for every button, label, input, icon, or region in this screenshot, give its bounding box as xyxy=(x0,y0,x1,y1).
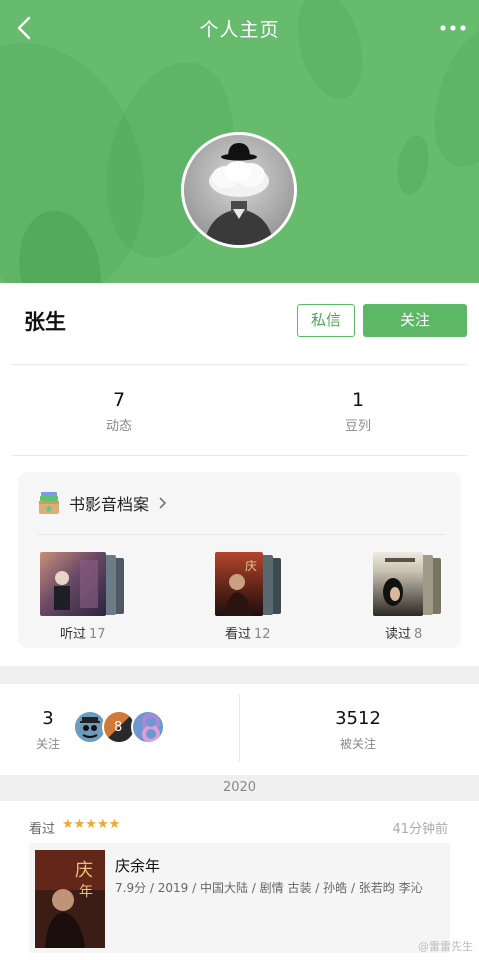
followers-count[interactable]: 3512 xyxy=(318,708,398,729)
page-title: 个人主页 xyxy=(199,19,280,41)
svg-text:年: 年 xyxy=(79,884,93,900)
section-separator xyxy=(0,666,479,684)
archive-box-icon xyxy=(39,492,59,514)
svg-text:庆: 庆 xyxy=(75,860,93,881)
following-label: 关注 xyxy=(35,737,60,751)
movie-cover: 庆 xyxy=(215,552,263,616)
svg-text:8: 8 xyxy=(114,720,122,735)
rating-stars: ★★★★★ xyxy=(62,817,121,832)
background-leaf xyxy=(393,132,433,198)
activity-time: 41分钟前 xyxy=(392,822,448,837)
following-count[interactable]: 3 xyxy=(36,708,60,729)
item-meta: 7.9分 / 2019 / 中国大陆 / 剧情 古装 / 孙皓 / 张若昀 李沁 xyxy=(115,881,423,895)
stat-value: 7 xyxy=(112,389,126,411)
shelf-listened[interactable]: 听过 17 xyxy=(40,552,130,642)
year-header: 2020 xyxy=(0,775,479,801)
shelf-label: 听过 17 xyxy=(60,627,106,642)
shelf-label: 读过 8 xyxy=(385,627,423,642)
more-dots-icon[interactable] xyxy=(439,18,467,38)
avatar-image xyxy=(184,135,294,245)
activity-verb: 看过 xyxy=(29,822,56,837)
archive-title: 书影音档案 xyxy=(69,495,150,514)
shelf-label: 看过 12 xyxy=(225,627,271,642)
shelf-read[interactable]: 读过 8 xyxy=(373,552,463,642)
stat-label: 动态 xyxy=(105,419,132,434)
shelf-watched[interactable]: 庆 看过 12 xyxy=(215,552,305,642)
stat-value: 1 xyxy=(351,389,365,411)
divider xyxy=(12,455,467,456)
message-button[interactable]: 私信 xyxy=(297,304,355,337)
profile-avatar[interactable] xyxy=(181,132,297,248)
book-cover xyxy=(373,552,423,616)
watermark: @雷雷先生 xyxy=(418,940,473,953)
user-name: 张生 xyxy=(24,310,66,334)
stat-label: 豆列 xyxy=(344,419,371,434)
followers-label: 被关注 xyxy=(339,737,376,751)
follower-avatar[interactable] xyxy=(131,710,165,744)
archive-card: 书影音档案 听过 17 庆 看过 12 读过 8 xyxy=(18,472,461,648)
item-poster: 庆 年 xyxy=(35,850,105,948)
vertical-divider xyxy=(239,694,240,762)
item-title: 庆余年 xyxy=(115,857,161,875)
divider xyxy=(38,534,445,535)
follow-button[interactable]: 关注 xyxy=(363,304,467,337)
top-nav-bar: 个人主页 xyxy=(0,0,479,58)
album-cover xyxy=(40,552,106,616)
divider xyxy=(12,364,467,365)
stat-posts[interactable]: 7 动态 xyxy=(59,389,179,434)
svg-text:庆: 庆 xyxy=(245,559,257,573)
stat-doulist[interactable]: 1 豆列 xyxy=(298,389,418,434)
chevron-right-icon xyxy=(159,497,167,509)
profile-header: 个人主页 xyxy=(0,0,479,283)
archive-header[interactable]: 书影音档案 xyxy=(38,490,168,516)
activity-item-card[interactable]: 庆 年 庆余年 7.9分 / 2019 / 中国大陆 / 剧情 古装 / 孙皓 … xyxy=(29,843,450,953)
